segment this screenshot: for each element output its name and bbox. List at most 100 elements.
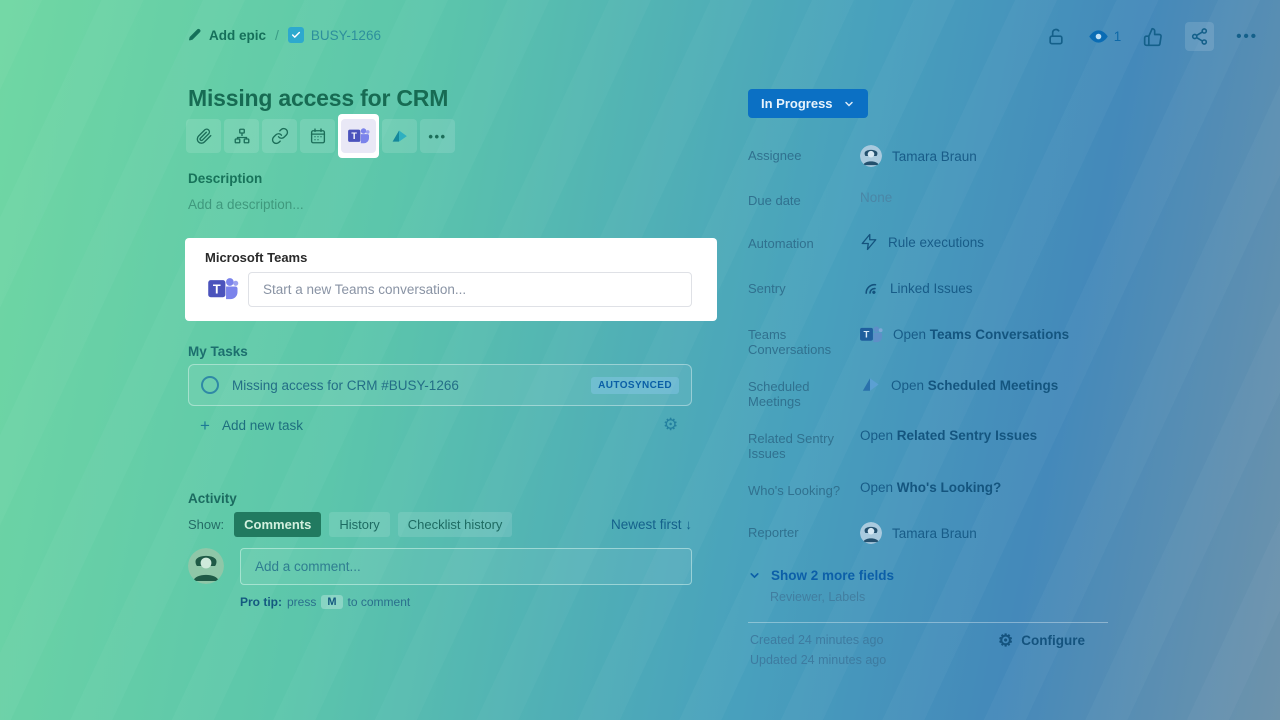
- meetings-button[interactable]: [382, 119, 417, 153]
- link-bold-label: Scheduled Meetings: [928, 378, 1059, 393]
- share-icon[interactable]: [1185, 22, 1214, 51]
- meetings-icon: [860, 376, 881, 394]
- open-related-sentry-issues-link[interactable]: Open Related Sentry Issues: [860, 428, 1037, 443]
- lightning-icon: [860, 233, 878, 251]
- svg-text:T: T: [351, 131, 357, 141]
- show-label: Show:: [188, 517, 224, 532]
- page-title: Missing access for CRM: [188, 85, 448, 112]
- comment-row: [188, 548, 692, 585]
- issue-key-link[interactable]: BUSY-1266: [288, 27, 381, 43]
- task-checkbox[interactable]: [201, 376, 219, 394]
- add-epic-button[interactable]: Add epic: [188, 28, 266, 43]
- activity-filter-row: Show: Comments History Checklist history…: [188, 512, 692, 537]
- open-prefix: Open: [860, 480, 897, 495]
- tab-history[interactable]: History: [329, 512, 389, 537]
- reporter-name: Tamara Braun: [892, 526, 977, 541]
- svg-text:T: T: [864, 330, 870, 341]
- subtasks-button[interactable]: [224, 119, 259, 153]
- open-whos-looking-link[interactable]: Open Who's Looking?: [860, 480, 1001, 495]
- assignee-value[interactable]: Tamara Braun: [860, 145, 977, 167]
- pro-tip: Pro tip: press M to comment: [240, 595, 410, 609]
- teams-button-spotlight: T: [338, 114, 379, 158]
- show-more-label: Show 2 more fields: [771, 568, 894, 583]
- created-timestamp: Created 24 minutes ago: [750, 633, 883, 647]
- rule-executions-link[interactable]: Rule executions: [860, 233, 984, 251]
- comment-input[interactable]: [240, 548, 692, 585]
- breadcrumb-separator: /: [275, 27, 279, 43]
- teams-button[interactable]: T: [341, 119, 376, 153]
- due-date-value[interactable]: None: [860, 190, 892, 205]
- issue-toolbar: T •••: [186, 119, 455, 153]
- pro-tip-press: press: [287, 595, 316, 609]
- link-bold-label: Related Sentry Issues: [897, 428, 1037, 443]
- linked-issues-label: Linked Issues: [890, 281, 973, 296]
- pro-tip-suffix: to comment: [348, 595, 411, 609]
- gear-icon: ⚙: [998, 632, 1013, 649]
- tab-checklist-history[interactable]: Checklist history: [398, 512, 513, 537]
- field-label: Automation: [748, 233, 860, 251]
- field-label: Related Sentry Issues: [748, 428, 860, 461]
- autosynced-badge: AUTOSYNCED: [591, 377, 679, 394]
- teams-icon: T: [860, 324, 883, 345]
- status-label: In Progress: [761, 96, 833, 111]
- field-assignee: Assignee Tamara Braun: [748, 145, 1108, 167]
- field-label: Sentry: [748, 278, 860, 296]
- task-type-icon: [288, 27, 304, 43]
- show-more-fields-button[interactable]: Show 2 more fields: [748, 568, 894, 583]
- link-button[interactable]: [262, 119, 297, 153]
- configure-label: Configure: [1021, 633, 1085, 648]
- more-actions-icon[interactable]: •••: [1236, 28, 1258, 45]
- breadcrumb: Add epic / BUSY-1266: [188, 27, 381, 43]
- link-bold-label: Teams Conversations: [930, 327, 1069, 342]
- field-whos-looking: Who's Looking? Open Who's Looking?: [748, 480, 1108, 498]
- task-row[interactable]: Missing access for CRM #BUSY-1266 AUTOSY…: [188, 364, 692, 406]
- add-task-label: Add new task: [222, 418, 303, 433]
- teams-panel-title: Microsoft Teams: [205, 250, 307, 265]
- field-label: Who's Looking?: [748, 480, 860, 498]
- open-prefix: Open: [860, 428, 897, 443]
- field-automation: Automation Rule executions: [748, 233, 1108, 251]
- toolbar-more-icon[interactable]: •••: [420, 119, 455, 153]
- open-teams-conversations-link[interactable]: T Open Teams Conversations: [860, 324, 1069, 345]
- field-due-date: Due date None: [748, 190, 1108, 208]
- open-scheduled-meetings-link[interactable]: Open Scheduled Meetings: [860, 376, 1058, 394]
- field-label: Assignee: [748, 145, 860, 163]
- sidebar-divider: [748, 622, 1108, 623]
- plus-icon: +: [200, 417, 210, 434]
- linked-issues-link[interactable]: Linked Issues: [860, 278, 973, 298]
- thumbs-up-icon[interactable]: [1143, 27, 1163, 47]
- reporter-value[interactable]: Tamara Braun: [860, 522, 977, 544]
- activity-label: Activity: [188, 491, 237, 506]
- watch-count: 1: [1114, 29, 1122, 44]
- chevron-down-icon: [748, 569, 761, 582]
- calendar-button[interactable]: [300, 119, 335, 153]
- field-related-sentry-issues: Related Sentry Issues Open Related Sentr…: [748, 428, 1108, 461]
- issue-key-label: BUSY-1266: [311, 28, 381, 43]
- m-key-badge: M: [321, 595, 342, 609]
- add-new-task-button[interactable]: + Add new task: [200, 417, 303, 434]
- tab-comments[interactable]: Comments: [234, 512, 321, 537]
- add-epic-label: Add epic: [209, 28, 266, 43]
- avatar: [860, 145, 882, 167]
- sentry-icon: [860, 278, 880, 298]
- configure-button[interactable]: ⚙ Configure: [998, 632, 1085, 649]
- pro-tip-prefix: Pro tip:: [240, 595, 282, 609]
- svg-text:T: T: [213, 281, 221, 296]
- field-sentry: Sentry Linked Issues: [748, 278, 1108, 298]
- field-scheduled-meetings: Scheduled Meetings Open Scheduled Meetin…: [748, 376, 1108, 409]
- field-reporter: Reporter Tamara Braun: [748, 522, 1108, 544]
- attachment-button[interactable]: [186, 119, 221, 153]
- description-label: Description: [188, 171, 262, 186]
- open-prefix: Open: [893, 327, 930, 342]
- task-title: Missing access for CRM #BUSY-1266: [232, 378, 578, 393]
- teams-icon: T: [208, 275, 239, 303]
- tasks-settings-gear-icon[interactable]: ⚙: [663, 416, 678, 433]
- teams-conversation-input[interactable]: [248, 272, 692, 307]
- description-placeholder[interactable]: Add a description...: [188, 197, 304, 212]
- sort-order-button[interactable]: Newest first ↓: [611, 517, 692, 532]
- status-dropdown[interactable]: In Progress: [748, 89, 868, 118]
- field-label: Reporter: [748, 522, 860, 540]
- field-teams-conversations: Teams Conversations T Open Teams Convers…: [748, 324, 1108, 357]
- assignee-name: Tamara Braun: [892, 149, 977, 164]
- teams-spotlight-panel: Microsoft Teams T: [185, 238, 717, 321]
